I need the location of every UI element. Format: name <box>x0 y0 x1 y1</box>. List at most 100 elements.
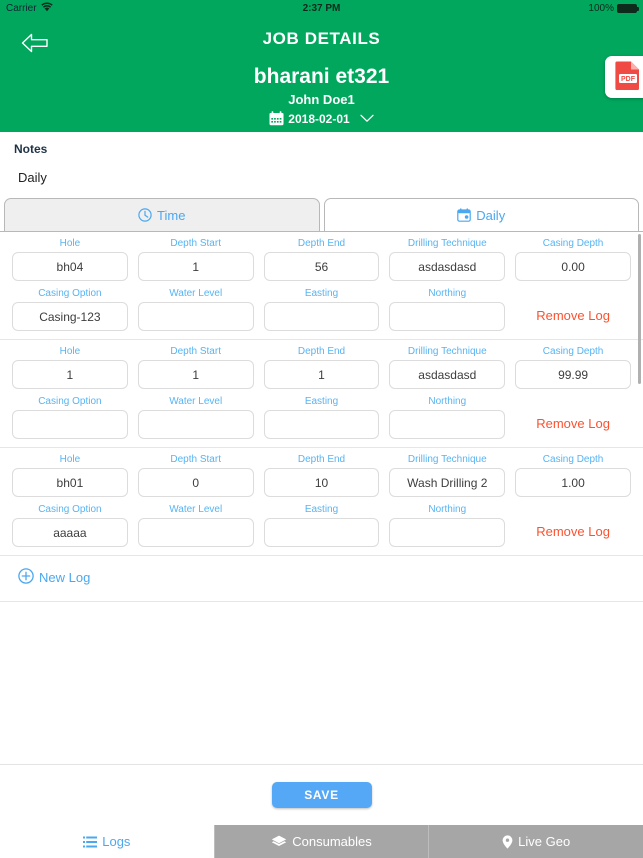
field-easting: Easting <box>263 396 380 439</box>
field-depth-start: Depth Start <box>137 238 254 281</box>
field-water-level-input[interactable] <box>137 518 254 547</box>
tabbar-item-consumables-label: Consumables <box>292 834 372 849</box>
field-depth-start-input[interactable] <box>137 360 254 389</box>
log-group: Hole Depth Start Depth End Drilling Tech… <box>0 448 643 556</box>
field-casing-depth-label: Casing Depth <box>542 454 604 465</box>
field-drilling-technique-input[interactable] <box>389 468 506 497</box>
field-depth-start-input[interactable] <box>137 468 254 497</box>
log-list[interactable]: Hole Depth Start Depth End Drilling Tech… <box>0 232 643 765</box>
field-easting-input[interactable] <box>263 518 380 547</box>
remove-log-slot: Remove Log <box>515 396 631 439</box>
save-area: SAVE <box>0 765 643 825</box>
field-depth-end-input[interactable] <box>263 252 380 281</box>
field-water-level: Water Level <box>137 288 254 331</box>
field-water-level-input[interactable] <box>137 302 254 331</box>
tab-daily-label: Daily <box>476 207 506 223</box>
field-drilling-technique-input[interactable] <box>389 360 506 389</box>
battery-percent-label: 100% <box>588 2 614 14</box>
tab-daily[interactable]: Daily <box>323 198 639 231</box>
field-easting-label: Easting <box>304 396 339 407</box>
export-pdf-button[interactable]: PDF <box>605 56 643 98</box>
field-easting-label: Easting <box>304 288 339 299</box>
field-hole: Hole <box>12 454 128 497</box>
field-depth-start-label: Depth Start <box>170 346 221 357</box>
field-drilling-technique-label: Drilling Technique <box>407 346 487 357</box>
battery-full-icon <box>617 3 639 13</box>
field-casing-option: Casing Option <box>12 396 128 439</box>
tabbar-item-logs[interactable]: Logs <box>0 825 214 858</box>
field-casing-option-input[interactable] <box>12 518 128 547</box>
field-casing-depth-input[interactable] <box>515 360 631 389</box>
field-depth-end-input[interactable] <box>263 360 380 389</box>
tab-time[interactable]: Time <box>4 198 320 231</box>
diamond-layers-icon <box>271 835 287 849</box>
field-casing-depth-input[interactable] <box>515 252 631 281</box>
remove-log-button[interactable]: Remove Log <box>536 404 610 431</box>
field-water-level: Water Level <box>137 504 254 547</box>
field-depth-end-label: Depth End <box>297 346 346 357</box>
log-field-row-bottom: Casing Option Water Level Easting Northi… <box>12 396 631 439</box>
field-depth-end-label: Depth End <box>297 454 346 465</box>
new-log-button[interactable]: New Log <box>18 568 90 587</box>
field-hole-input[interactable] <box>12 468 128 497</box>
field-casing-depth-input[interactable] <box>515 468 631 497</box>
field-drilling-technique-label: Drilling Technique <box>407 238 487 249</box>
field-hole-input[interactable] <box>12 252 128 281</box>
field-water-level: Water Level <box>137 396 254 439</box>
field-water-level-label: Water Level <box>169 396 223 407</box>
field-depth-end-input[interactable] <box>263 468 380 497</box>
status-bar-time: 2:37 PM <box>302 2 341 14</box>
map-pin-icon <box>502 834 513 849</box>
field-easting-input[interactable] <box>263 410 380 439</box>
field-easting-input[interactable] <box>263 302 380 331</box>
field-casing-option-label: Casing Option <box>38 396 102 407</box>
field-northing: Northing <box>389 504 506 547</box>
log-field-row-top: Hole Depth Start Depth End Drilling Tech… <box>12 454 631 497</box>
field-casing-depth: Casing Depth <box>515 238 631 281</box>
field-drilling-technique: Drilling Technique <box>389 346 506 389</box>
svg-text:PDF: PDF <box>621 76 636 83</box>
job-date-selector[interactable]: 2018-02-01 <box>0 111 643 126</box>
remove-log-button[interactable]: Remove Log <box>536 512 610 539</box>
field-northing-input[interactable] <box>389 302 506 331</box>
remove-log-slot: Remove Log <box>515 288 631 331</box>
log-field-row-top: Hole Depth Start Depth End Drilling Tech… <box>12 238 631 281</box>
field-northing-input[interactable] <box>389 410 506 439</box>
field-casing-option-input[interactable] <box>12 410 128 439</box>
field-hole-label: Hole <box>59 454 81 465</box>
field-hole-label: Hole <box>59 346 81 357</box>
field-casing-option-label: Casing Option <box>38 288 102 299</box>
field-casing-option-input[interactable] <box>12 302 128 331</box>
new-log-label: New Log <box>39 570 91 585</box>
field-hole: Hole <box>12 238 128 281</box>
tabbar-item-consumables[interactable]: Consumables <box>213 825 429 858</box>
field-drilling-technique-input[interactable] <box>389 252 506 281</box>
field-water-level-input[interactable] <box>137 410 254 439</box>
log-group: Hole Depth Start Depth End Drilling Tech… <box>0 232 643 340</box>
field-depth-start-input[interactable] <box>137 252 254 281</box>
field-easting-label: Easting <box>304 504 339 515</box>
save-button[interactable]: SAVE <box>271 782 372 808</box>
field-hole-input[interactable] <box>12 360 128 389</box>
field-northing-label: Northing <box>428 288 467 299</box>
field-depth-start: Depth Start <box>137 346 254 389</box>
tabbar-item-live-geo-label: Live Geo <box>518 834 571 849</box>
tabbar-item-logs-label: Logs <box>102 834 131 849</box>
log-type-tabs: Time Daily <box>0 198 643 232</box>
remove-log-button[interactable]: Remove Log <box>536 296 610 323</box>
field-drilling-technique: Drilling Technique <box>389 454 506 497</box>
notes-section: Notes Daily <box>0 132 643 198</box>
pdf-file-icon: PDF <box>615 60 641 95</box>
job-name: bharani et321 <box>253 65 390 88</box>
field-northing-input[interactable] <box>389 518 506 547</box>
chevron-down-icon[interactable] <box>360 114 374 123</box>
field-water-level-label: Water Level <box>169 288 223 299</box>
status-bar-right: 100% <box>588 2 639 14</box>
bottom-tab-bar: Logs Consumables Live Geo <box>0 825 643 858</box>
tab-time-label: Time <box>157 207 186 223</box>
vertical-scrollbar[interactable] <box>638 234 641 384</box>
tabbar-item-live-geo[interactable]: Live Geo <box>428 825 643 858</box>
field-casing-option-label: Casing Option <box>38 504 102 515</box>
back-button[interactable] <box>14 30 56 60</box>
